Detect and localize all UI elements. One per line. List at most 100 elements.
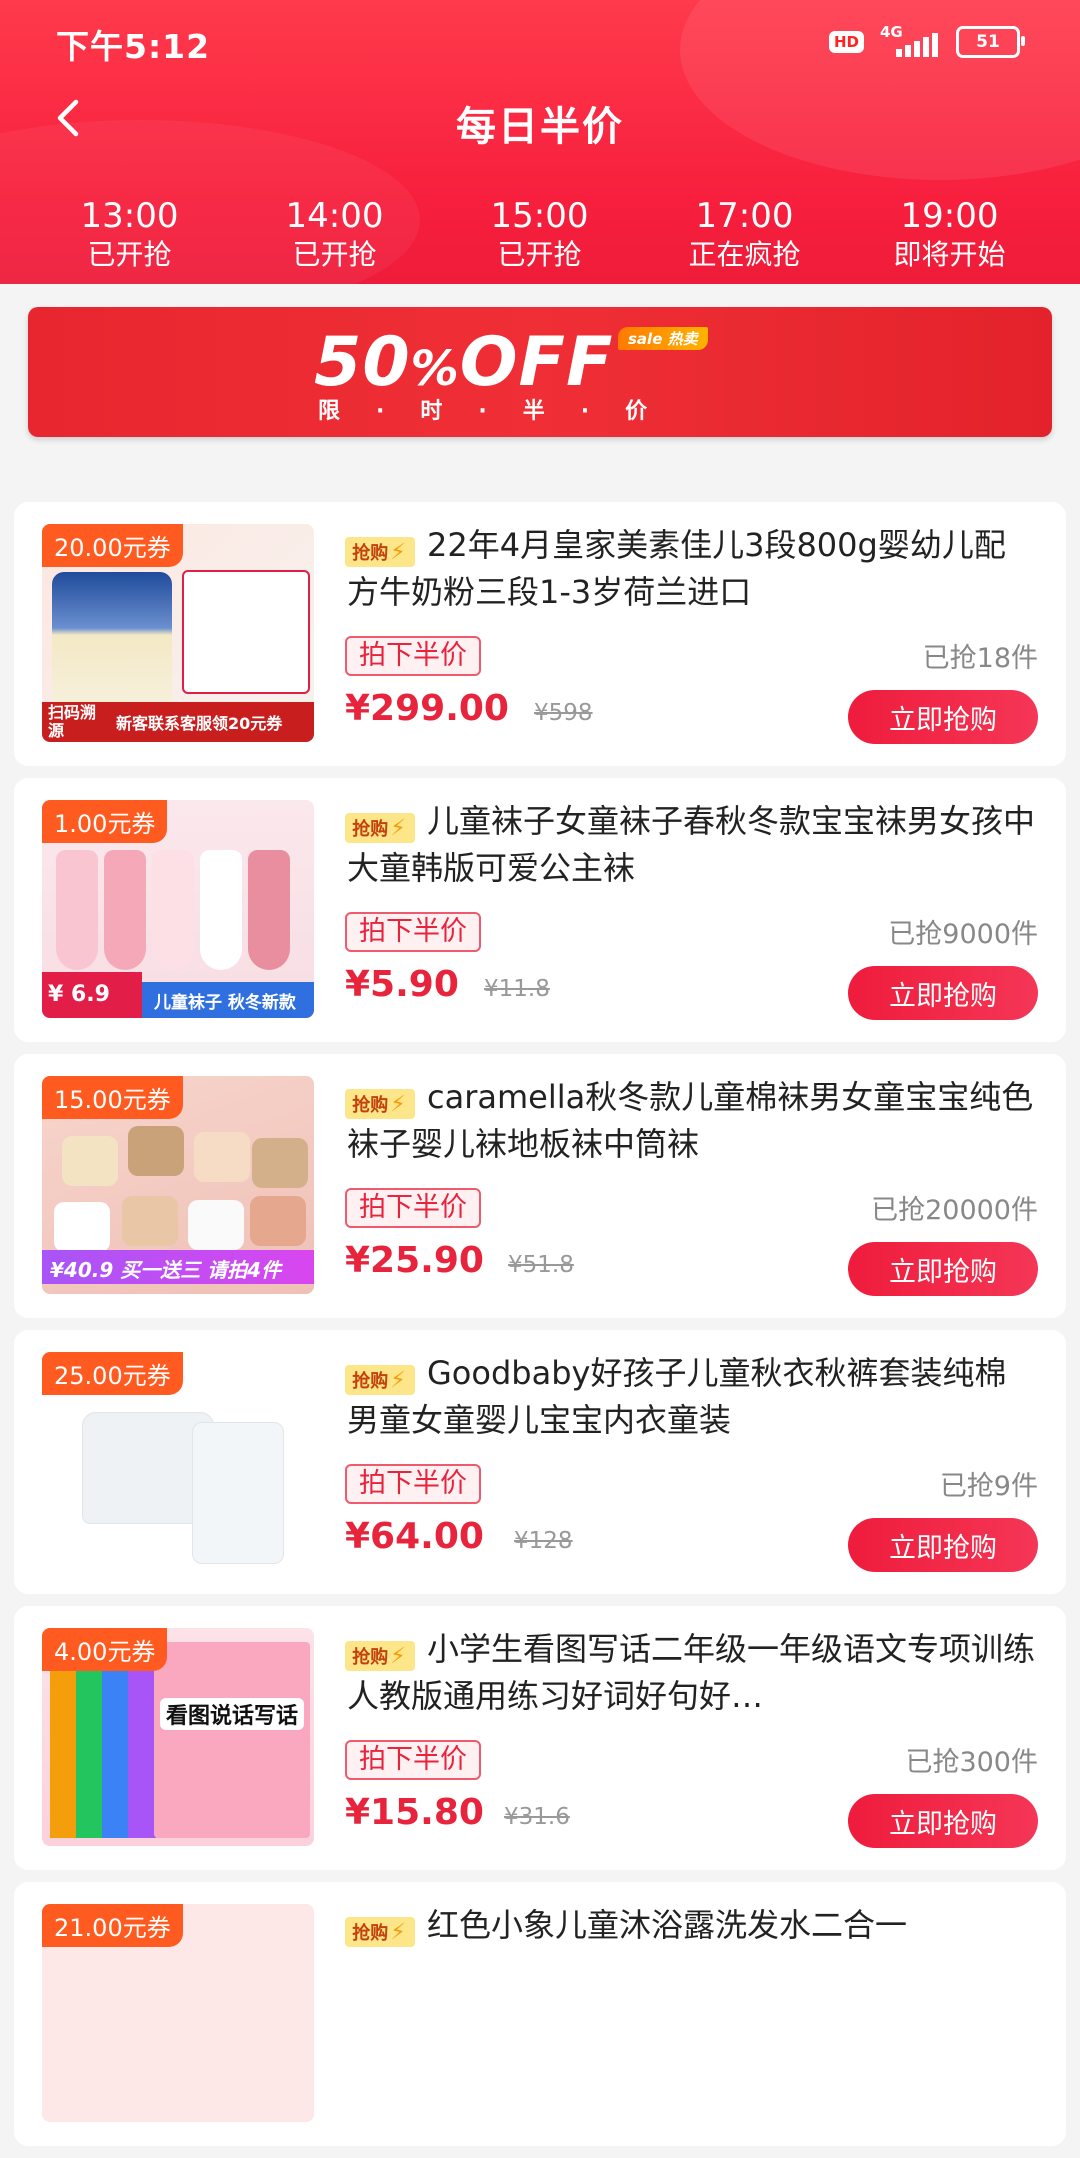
coupon-badge: 15.00元券 [42,1076,183,1119]
milk-can-image [52,572,172,712]
sold-count: 已抢18件 [922,643,1038,674]
signal-icon: 4G [878,23,942,57]
coupon-hint: 新客联系客服领20元券 [116,714,283,733]
gift-image [182,570,310,694]
product-title[interactable]: 儿童袜子女童袜子春秋冬款宝宝袜男女孩中大童韩版可爱公主袜 [347,798,1037,892]
image-footer: 儿童袜子 秋冬新款 [142,982,314,1018]
sock-image [62,1136,118,1186]
slot-state: 已开抢 [497,238,582,271]
book-spine [128,1642,156,1838]
book-cover [154,1642,310,1838]
sock-image [104,850,146,970]
slot-time: 13:00 [80,196,179,236]
product-title[interactable]: 22年4月皇家美素佳儿3段800g婴幼儿配方牛奶粉三段1-3岁荷兰进口 [347,522,1037,616]
time-slot-14[interactable]: 14:00 已开抢 [232,196,437,282]
current-price: ¥15.80 [345,1792,484,1833]
sock-image [188,1200,244,1250]
product-card[interactable]: 21.00元券 抢购 ⚡ 红色小象儿童沐浴露洗发水二合一 [14,1882,1066,2146]
product-card[interactable]: 扫码溯源 新客联系客服领20元券 20.00元券 抢购 ⚡ 22年4月皇家美素佳儿… [14,502,1066,766]
buy-now-button[interactable]: 立即抢购 [848,1518,1038,1572]
half-price-tag: 拍下半价 [345,1188,481,1228]
banner-sale-tag: sale 热卖 [618,327,708,350]
sock-image [252,1138,308,1188]
product-image[interactable]: 25.00元券 [42,1352,314,1570]
sock-image [56,850,98,970]
product-title[interactable]: 红色小象儿童沐浴露洗发水二合一 [347,1902,1037,1949]
product-image[interactable]: ¥ 6.9 儿童袜子 秋冬新款 1.00元券 [42,800,314,1018]
product-image[interactable]: 21.00元券 [42,1904,314,2122]
slot-state: 已开抢 [292,238,377,271]
coupon-badge: 21.00元券 [42,1904,183,1947]
slot-time: 19:00 [900,196,999,236]
product-image[interactable]: ¥40.9 买一送三 请拍4件 15.00元券 [42,1076,314,1294]
battery-level: 51 [976,32,1000,52]
time-slot-13[interactable]: 13:00 已开抢 [27,196,232,282]
status-icons: HD 4G 51 [828,23,1025,58]
sock-image [200,850,242,970]
battery-icon: 51 [956,26,1025,58]
coupon-badge: 4.00元券 [42,1628,168,1671]
status-bar: 下午5:12 HD 4G 51 [0,0,1080,80]
product-list: 扫码溯源 新客联系客服领20元券 20.00元券 抢购 ⚡ 22年4月皇家美素佳儿… [14,502,1066,2158]
coupon-badge: 25.00元券 [42,1352,183,1395]
sold-count: 已抢300件 [905,1747,1038,1778]
slot-state: 即将开始 [893,238,1006,271]
sold-count: 已抢9件 [939,1471,1038,1502]
status-time: 下午5:12 [56,27,211,66]
banner-number: 50 [314,323,411,402]
sold-count: 已抢20000件 [871,1195,1038,1226]
original-price: ¥598 [534,700,593,726]
product-title[interactable]: 小学生看图写话二年级一年级语文专项训练人教版通用练习好词好句好… [347,1626,1037,1720]
buy-now-button[interactable]: 立即抢购 [848,1794,1038,1848]
sock-image [248,850,290,970]
book-spine [50,1642,78,1838]
book-cover-title: 看图说话写话 [160,1698,304,1730]
promo-banner[interactable]: 50%OFF sale 热卖 限·时·半·价 [28,307,1052,437]
original-price: ¥51.8 [508,1252,574,1278]
time-slot-19[interactable]: 19:00 即将开始 [847,196,1052,282]
banner-percent: % [410,341,460,397]
trace-label: 扫码溯源 [48,703,97,740]
banner-subtitle: 限·时·半·价 [318,399,684,424]
product-image[interactable]: 看图说话写话 4.00元券 [42,1628,314,1846]
banner-off: OFF [459,323,614,402]
coupon-badge: 20.00元券 [42,524,183,567]
slot-time: 17:00 [695,196,794,236]
pants-image [192,1422,284,1564]
time-slot-15[interactable]: 15:00 已开抢 [437,196,642,282]
image-promo-text: ¥40.9 买一送三 请拍4件 [50,1258,282,1282]
sock-image [152,850,194,970]
book-spine [76,1642,104,1838]
sock-image [122,1196,178,1246]
image-caption: 儿童袜子 秋冬新款 [154,993,296,1013]
half-price-tag: 拍下半价 [345,1740,481,1780]
product-card[interactable]: 25.00元券 抢购 ⚡ Goodbaby好孩子儿童秋衣秋裤套装纯棉男童女童婴儿宝… [14,1330,1066,1594]
product-card[interactable]: ¥ 6.9 儿童袜子 秋冬新款 1.00元券 抢购 ⚡ 儿童袜子女童袜子春秋冬款宝… [14,778,1066,1042]
buy-now-button[interactable]: 立即抢购 [848,1242,1038,1296]
current-price: ¥25.90 [345,1240,484,1281]
image-price-box: ¥ 6.9 [42,972,142,1018]
product-title[interactable]: caramella秋冬款儿童棉袜男女童宝宝纯色袜子婴儿袜地板袜中筒袜 [347,1074,1037,1168]
sock-image [250,1196,306,1246]
buy-now-button[interactable]: 立即抢购 [848,690,1038,744]
original-price: ¥31.6 [504,1804,570,1830]
sold-count: 已抢9000件 [888,919,1038,950]
current-price: ¥5.90 [345,964,459,1005]
product-image[interactable]: 扫码溯源 新客联系客服领20元券 20.00元券 [42,524,314,742]
sock-image [54,1202,110,1252]
product-title[interactable]: Goodbaby好孩子儿童秋衣秋裤套装纯棉男童女童婴儿宝宝内衣童装 [347,1350,1037,1444]
time-slot-17[interactable]: 17:00 正在疯抢 [642,196,847,282]
buy-now-button[interactable]: 立即抢购 [848,966,1038,1020]
image-footer: 扫码溯源 新客联系客服领20元券 [42,702,314,742]
half-price-tag: 拍下半价 [345,1464,481,1504]
product-card[interactable]: 看图说话写话 4.00元券 抢购 ⚡ 小学生看图写话二年级一年级语文专项训练人教版… [14,1606,1066,1870]
slot-state: 正在疯抢 [688,238,801,271]
original-price: ¥11.8 [484,976,550,1002]
slot-state: 已开抢 [87,238,172,271]
hd-icon: HD [828,31,864,53]
sock-image [194,1132,250,1182]
product-card[interactable]: ¥40.9 买一送三 请拍4件 15.00元券 抢购 ⚡ caramella秋冬款… [14,1054,1066,1318]
half-price-tag: 拍下半价 [345,636,481,676]
book-spine [102,1642,130,1838]
half-price-tag: 拍下半价 [345,912,481,952]
